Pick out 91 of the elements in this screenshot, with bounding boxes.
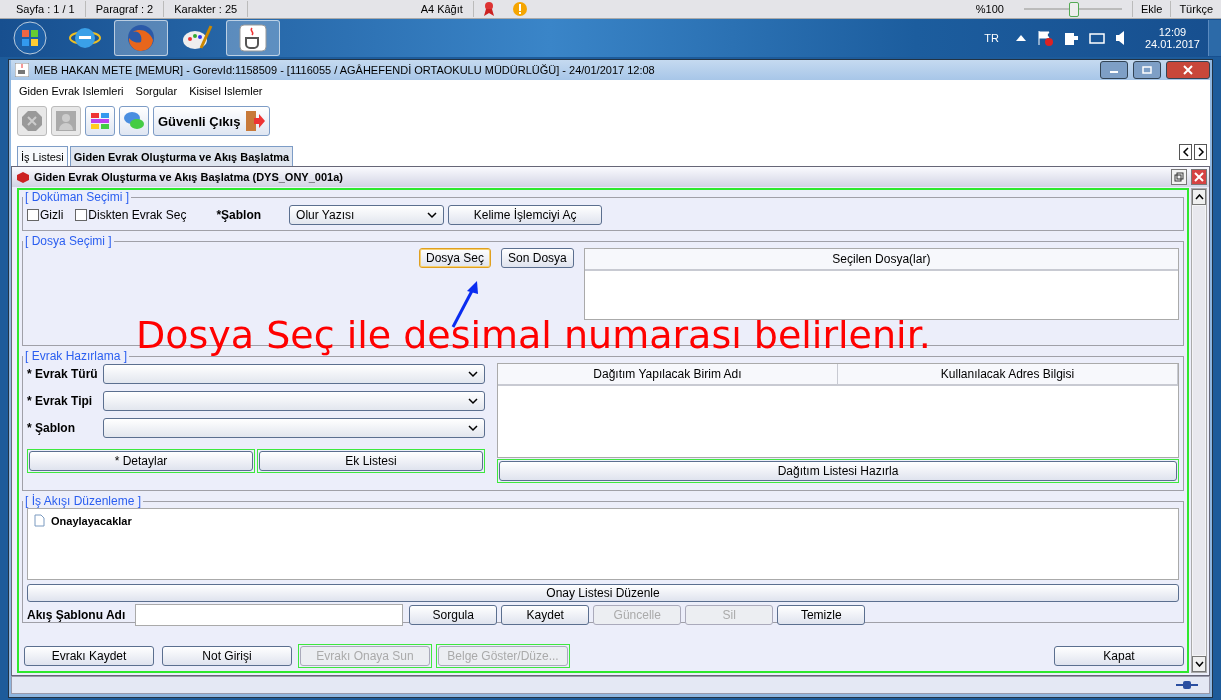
chat-bubbles-icon <box>123 110 145 132</box>
dropdown[interactable] <box>103 391 485 411</box>
file-button[interactable]: Son Dosya <box>501 248 574 268</box>
workflow-button[interactable]: Kaydet <box>501 605 590 625</box>
section-title: [ İş Akışı Düzenleme ] <box>24 494 143 508</box>
plug-icon <box>1175 680 1199 690</box>
up-arrow-icon[interactable] <box>1014 33 1027 43</box>
toolbar-button[interactable] <box>85 106 115 136</box>
checkbox[interactable] <box>75 209 88 221</box>
document-icon <box>34 514 45 527</box>
field-label: * Şablon <box>27 421 76 435</box>
checkbox-label: Diskten Evrak Seç <box>88 208 187 222</box>
workflow-button[interactable]: Temizle <box>777 605 866 625</box>
status-button[interactable]: Türkçe <box>1170 1 1221 17</box>
cube-icon <box>16 171 30 183</box>
checkbox[interactable] <box>27 209 39 221</box>
status-text: Sayfa : 1 / 1 <box>6 1 86 17</box>
window-title: MEB HAKAN METE [MEMUR] - GorevId:1158509 - [1116055 / AGÂHEFENDİ ORTAOKULU MÜDÜRLÜĞÜ] - 24/01/2017 12:08 <box>34 64 655 76</box>
column-header: Kullanılacak Adres Bilgisi <box>838 364 1178 386</box>
prepare-distribution-button[interactable]: Dağıtım Listesi Hazırla <box>499 461 1177 481</box>
vertical-scrollbar[interactable] <box>1191 188 1207 673</box>
footer-button[interactable]: Not Girişi <box>162 646 292 666</box>
tab[interactable]: İş Listesi <box>17 146 68 166</box>
close-icon <box>1183 65 1193 75</box>
column-header: Seçilen Dosya(lar) <box>584 249 1178 271</box>
status-text: Karakter : 25 <box>164 1 249 17</box>
section-title: [ Dosya Seçimi ] <box>24 234 113 248</box>
start-button-icon[interactable] <box>10 20 50 56</box>
warning-icon <box>511 1 528 17</box>
person-silhouette-icon <box>55 110 77 132</box>
maximize-button[interactable] <box>1133 61 1161 79</box>
scroll-right-button[interactable] <box>1194 144 1207 160</box>
annotation-text: Dosya Seç ile desimal numarası belirlenir. <box>136 313 931 357</box>
clock[interactable]: 12:09 24.01.2017 <box>1144 26 1200 50</box>
tab[interactable]: Giden Evrak Oluşturma ve Akış Başlatma <box>69 146 294 166</box>
checkbox-label: Gizli <box>40 208 64 222</box>
template-dropdown[interactable]: Olur Yazısı <box>289 205 445 225</box>
field-label: Akış Şablonu Adı <box>27 608 126 622</box>
status-button[interactable]: Ekle <box>1131 1 1171 17</box>
taskbar-app[interactable] <box>226 20 280 56</box>
restore-icon <box>1174 172 1184 182</box>
stop-icon <box>21 110 43 132</box>
chevron-down-icon <box>468 370 478 378</box>
restore-button[interactable] <box>1171 169 1187 185</box>
network-icon[interactable] <box>1088 30 1105 46</box>
dropdown[interactable] <box>103 418 485 438</box>
fox-globe-icon <box>125 22 157 54</box>
column-header: Dağıtım Yapılacak Birim Adı <box>498 364 838 386</box>
chevron-down-icon <box>468 397 478 405</box>
tree-item[interactable]: Onaylayacaklar <box>51 514 132 527</box>
edit-approval-list-button[interactable]: Onay Listesi Düzenle <box>27 584 1179 602</box>
taskbar-app[interactable] <box>114 20 168 56</box>
file-button[interactable]: Dosya Seç <box>419 248 492 268</box>
close-icon <box>1194 172 1204 182</box>
dropdown[interactable] <box>103 364 485 384</box>
toolbar-button[interactable] <box>119 106 149 136</box>
scroll-left-button[interactable] <box>1179 144 1192 160</box>
close-form-button[interactable]: Kapat <box>1054 646 1184 666</box>
footer-button[interactable]: Evrakı Kaydet <box>24 646 154 666</box>
slider-thumb[interactable] <box>1068 2 1079 17</box>
template-name-field[interactable] <box>135 604 404 626</box>
field-label: * Evrak Türü <box>27 367 99 381</box>
door-arrow-icon <box>245 110 266 132</box>
flag-icon[interactable] <box>1036 30 1053 46</box>
speaker-icon[interactable] <box>1114 30 1127 46</box>
close-button[interactable] <box>1191 169 1207 185</box>
colored-blocks-icon <box>89 110 111 132</box>
chevron-down-icon <box>468 424 478 432</box>
section-title: [ Evrak Hazırlama ] <box>24 349 129 363</box>
language-indicator[interactable]: TR <box>984 32 999 44</box>
maximize-icon <box>1142 66 1152 74</box>
prepare-button[interactable]: Ek Listesi <box>259 451 483 471</box>
workflow-button[interactable]: Sorgula <box>409 605 498 625</box>
close-button[interactable] <box>1166 61 1210 79</box>
status-text: Paragraf : 2 <box>85 1 165 17</box>
field-label: * Evrak Tipi <box>27 394 94 408</box>
open-word-processor-button[interactable]: Kelime İşlemciyi Aç <box>448 205 603 225</box>
paper-size-text: A4 Kâğıt <box>410 1 474 17</box>
field-label: *Şablon <box>216 208 262 222</box>
section-title: [ Doküman Seçimi ] <box>24 190 131 204</box>
zoom-slider[interactable] <box>1023 1 1122 17</box>
menu-item[interactable]: Kisisel Islemler <box>189 85 263 97</box>
prepare-button[interactable]: * Detaylar <box>29 451 253 471</box>
minimize-button[interactable] <box>1100 61 1128 79</box>
menu-item[interactable]: Sorgular <box>135 85 178 97</box>
secure-exit-button[interactable]: Güvenli Çıkış <box>153 106 271 136</box>
zoom-text: %100 <box>974 2 1005 17</box>
menu-item[interactable]: Giden Evrak Islemleri <box>19 85 124 97</box>
chevron-down-icon <box>427 211 438 219</box>
frame-title: Giden Evrak Oluşturma ve Akış Başlatma (DYS_ONY_001a) <box>34 171 343 183</box>
ribbon-icon <box>481 1 496 17</box>
